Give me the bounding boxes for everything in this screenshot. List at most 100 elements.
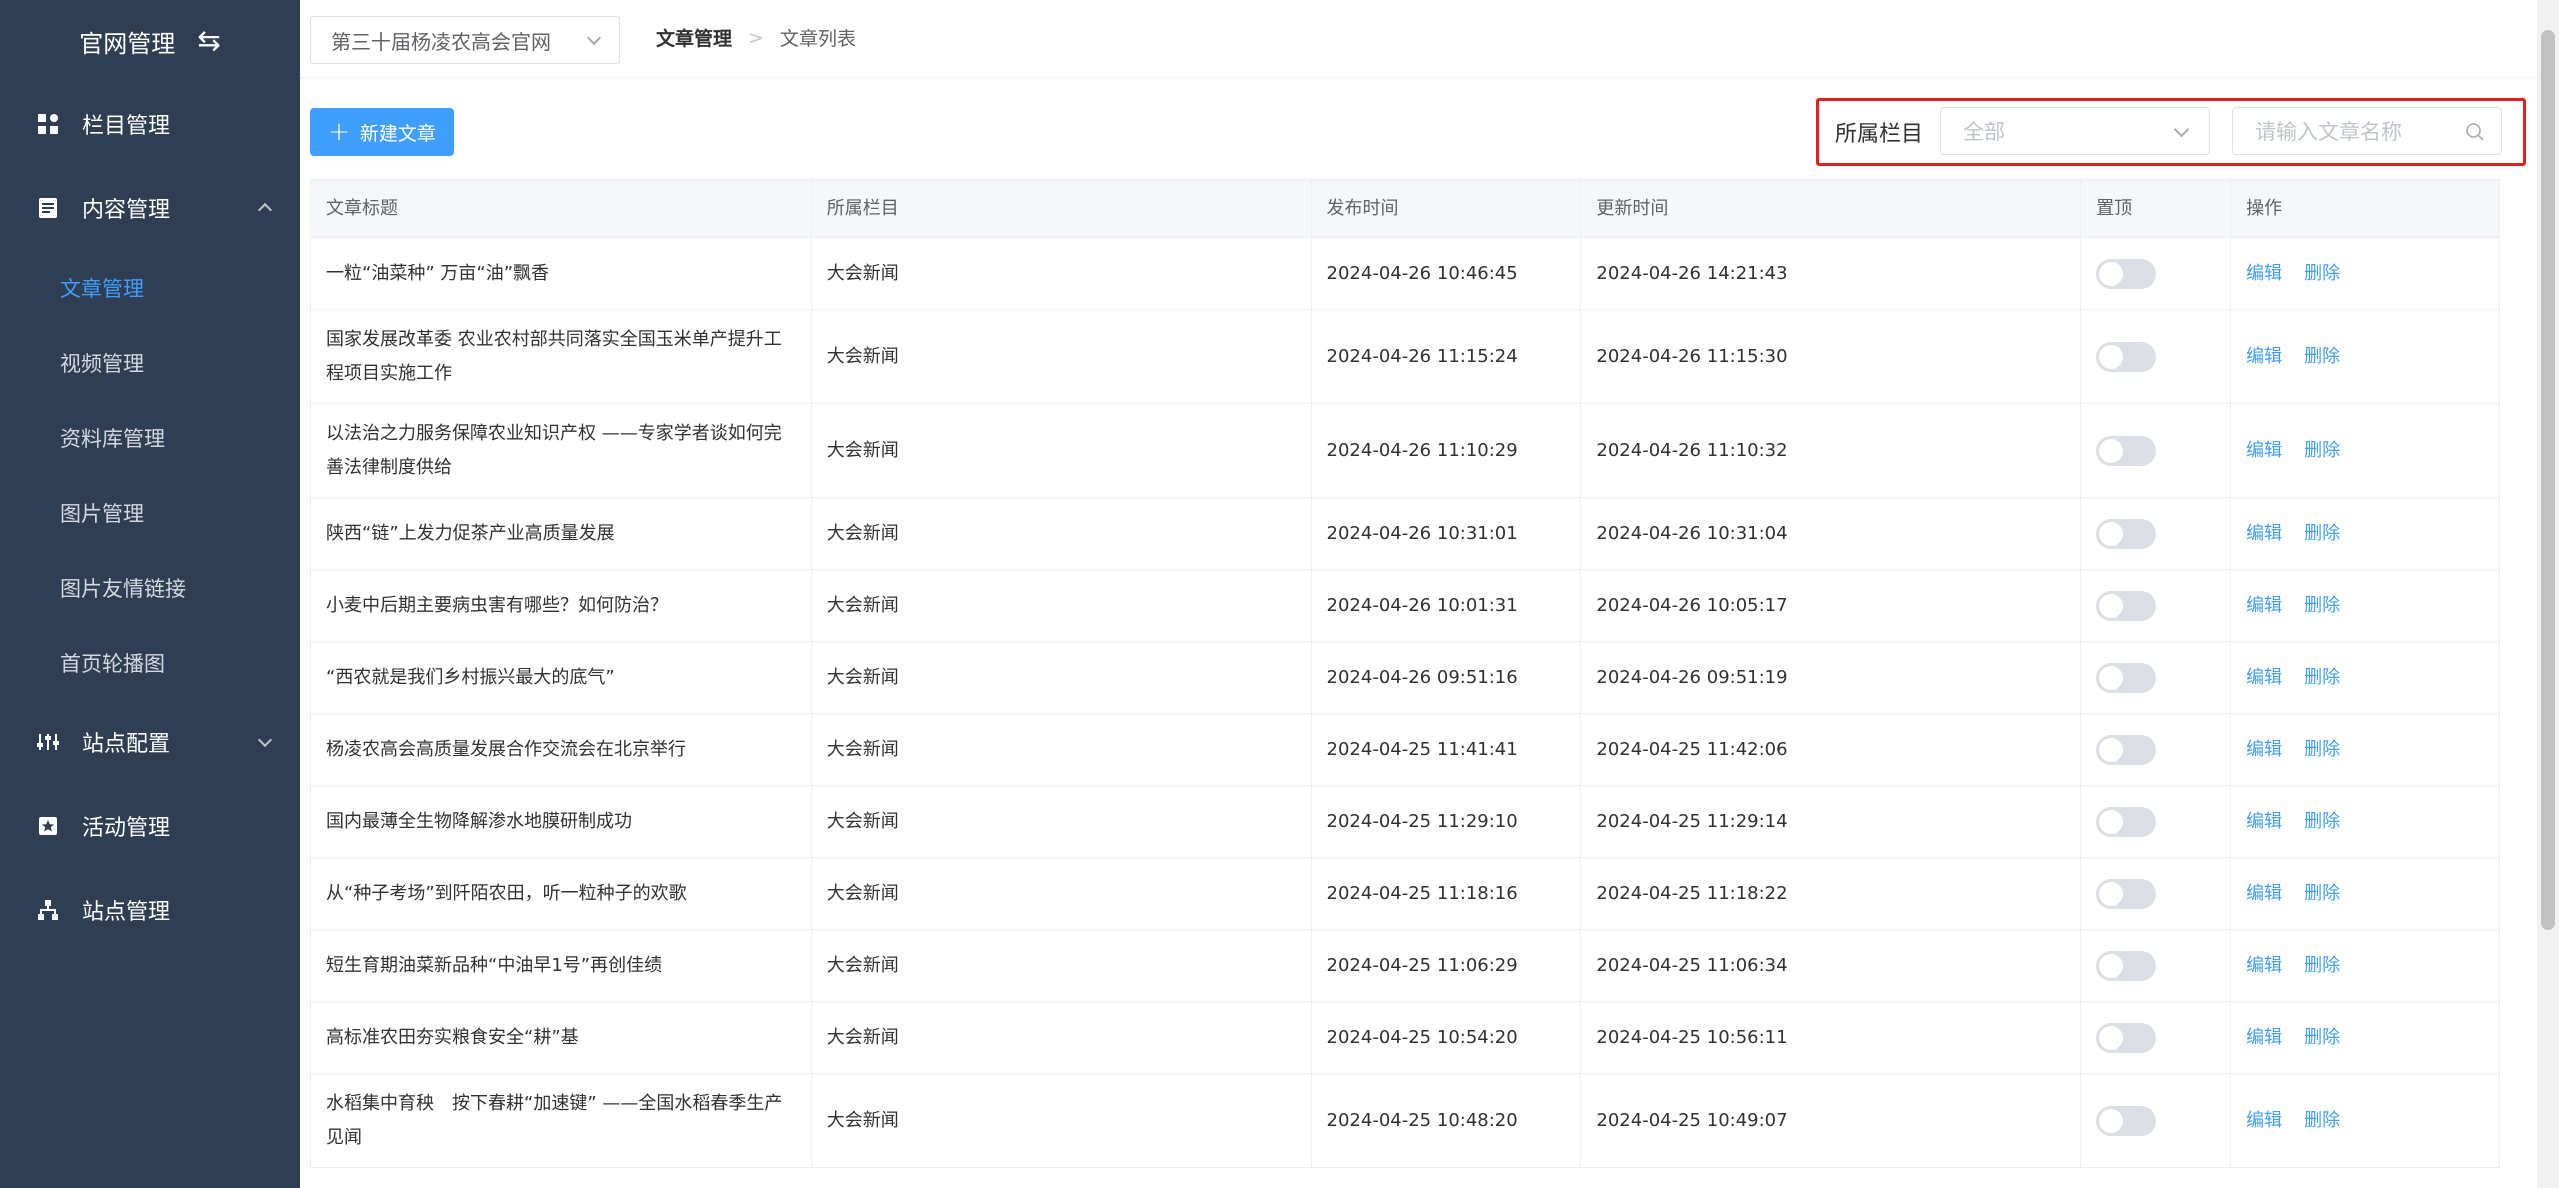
site-select[interactable]: 第三十届杨凌农高会官网 xyxy=(310,16,620,64)
menu-item-sites[interactable]: 站点管理 xyxy=(0,868,300,952)
cell-title: “西农就是我们乡村振兴最大的底气” xyxy=(311,642,812,713)
cell-updated: 2024-04-26 11:10:32 xyxy=(1581,404,2082,497)
edit-link[interactable]: 编辑 xyxy=(2246,589,2282,623)
pin-toggle[interactable] xyxy=(2096,1105,2157,1136)
category-filter-placeholder: 全部 xyxy=(1963,120,2005,144)
cell-pinned xyxy=(2081,404,2232,497)
breadcrumb-item-list: 文章列表 xyxy=(779,28,856,50)
scrollbar-thumb[interactable] xyxy=(2541,30,2555,930)
delete-link[interactable]: 删除 xyxy=(2304,340,2340,374)
table-row: 一粒“油菜种” 万亩“油”飘香 大会新闻 2024-04-26 10:46:45 20… xyxy=(311,238,2500,310)
cell-actions: 编辑 删除 xyxy=(2231,1002,2500,1073)
menu-item-columns[interactable]: 栏目管理 xyxy=(0,82,300,166)
edit-link[interactable]: 编辑 xyxy=(2246,517,2282,551)
cell-published: 2024-04-26 11:15:24 xyxy=(1312,310,1582,403)
pin-toggle[interactable] xyxy=(2096,1022,2157,1053)
edit-link[interactable]: 编辑 xyxy=(2246,257,2282,291)
cell-actions: 编辑 删除 xyxy=(2231,498,2500,569)
pin-toggle[interactable] xyxy=(2096,878,2157,909)
cell-actions: 编辑 删除 xyxy=(2231,858,2500,929)
pin-toggle[interactable] xyxy=(2096,590,2157,621)
table-row: 高标准农田夯实粮食安全“耕”基 大会新闻 2024-04-25 10:54:20 20… xyxy=(311,1002,2500,1074)
delete-link[interactable]: 删除 xyxy=(2304,589,2340,623)
pin-toggle[interactable] xyxy=(2096,258,2157,289)
breadcrumb-separator: > xyxy=(748,26,764,49)
cell-actions: 编辑 删除 xyxy=(2231,786,2500,857)
cell-actions: 编辑 删除 xyxy=(2231,642,2500,713)
pin-toggle[interactable] xyxy=(2096,806,2157,837)
edit-link[interactable]: 编辑 xyxy=(2246,434,2282,468)
submenu-item-carousel[interactable]: 首页轮播图 xyxy=(0,625,300,700)
cell-category: 大会新闻 xyxy=(812,786,1312,857)
brand-title: 官网管理 xyxy=(79,29,176,58)
submenu-item-image-links[interactable]: 图片友情链接 xyxy=(0,550,300,625)
cell-published: 2024-04-26 11:10:29 xyxy=(1312,404,1582,497)
delete-link[interactable]: 删除 xyxy=(2304,434,2340,468)
edit-link[interactable]: 编辑 xyxy=(2246,1104,2282,1138)
cell-title: 高标准农田夯实粮食安全“耕”基 xyxy=(311,1002,812,1073)
pin-toggle[interactable] xyxy=(2096,734,2157,765)
site-select-value: 第三十届杨凌农高会官网 xyxy=(331,29,551,54)
cell-actions: 编辑 删除 xyxy=(2231,404,2500,497)
pin-toggle[interactable] xyxy=(2096,950,2157,981)
edit-link[interactable]: 编辑 xyxy=(2246,733,2282,767)
cell-updated: 2024-04-26 11:15:30 xyxy=(1581,310,2082,403)
swap-icon[interactable]: ⇆ xyxy=(197,27,220,55)
menu-item-activities[interactable]: 活动管理 xyxy=(0,784,300,868)
menu-item-site-config[interactable]: 站点配置 xyxy=(0,700,300,784)
sidebar: 官网管理 ⇆ 栏目管理 内容管理 文章管理 视频管理 资料库管理 图片管理 图片… xyxy=(0,0,300,1188)
cell-actions: 编辑 删除 xyxy=(2231,714,2500,785)
delete-link[interactable]: 删除 xyxy=(2304,1104,2340,1138)
edit-link[interactable]: 编辑 xyxy=(2246,805,2282,839)
delete-link[interactable]: 删除 xyxy=(2304,1021,2340,1055)
submenu-item-articles[interactable]: 文章管理 xyxy=(0,250,300,325)
cell-pinned xyxy=(2081,786,2232,857)
cell-title: 一粒“油菜种” 万亩“油”飘香 xyxy=(311,238,812,309)
menu-item-content[interactable]: 内容管理 xyxy=(0,166,300,250)
category-filter-select[interactable]: 全部 xyxy=(1940,107,2210,155)
vertical-scrollbar[interactable] xyxy=(2537,0,2559,1188)
delete-link[interactable]: 删除 xyxy=(2304,949,2340,983)
cell-category: 大会新闻 xyxy=(812,310,1312,403)
cell-category: 大会新闻 xyxy=(812,498,1312,569)
edit-link[interactable]: 编辑 xyxy=(2246,949,2282,983)
cell-category: 大会新闻 xyxy=(812,1002,1312,1073)
delete-link[interactable]: 删除 xyxy=(2304,805,2340,839)
cell-title: 水稻集中育秧 按下春耕“加速键” ——全国水稻春季生产见闻 xyxy=(311,1074,812,1167)
delete-link[interactable]: 删除 xyxy=(2304,257,2340,291)
cell-published: 2024-04-26 10:46:45 xyxy=(1312,238,1582,309)
cell-published: 2024-04-25 11:29:10 xyxy=(1312,786,1582,857)
edit-link[interactable]: 编辑 xyxy=(2246,1021,2282,1055)
cell-title: 从“种子考场”到阡陌农田，听一粒种子的欢歌 xyxy=(311,858,812,929)
edit-link[interactable]: 编辑 xyxy=(2246,877,2282,911)
cell-category: 大会新闻 xyxy=(812,930,1312,1001)
delete-link[interactable]: 删除 xyxy=(2304,733,2340,767)
edit-link[interactable]: 编辑 xyxy=(2246,661,2282,695)
table-row: 小麦中后期主要病虫害有哪些？如何防治？ 大会新闻 2024-04-26 10:01:… xyxy=(311,570,2500,642)
search-icon[interactable] xyxy=(2465,122,2485,142)
delete-link[interactable]: 删除 xyxy=(2304,877,2340,911)
delete-link[interactable]: 删除 xyxy=(2304,517,2340,551)
pin-toggle[interactable] xyxy=(2096,662,2157,693)
cell-published: 2024-04-25 10:48:20 xyxy=(1312,1074,1582,1167)
pin-toggle[interactable] xyxy=(2096,435,2157,466)
pin-toggle[interactable] xyxy=(2096,518,2157,549)
submenu-item-images[interactable]: 图片管理 xyxy=(0,475,300,550)
cell-title: 以法治之力服务保障农业知识产权 ——专家学者谈如何完善法律制度供给 xyxy=(311,404,812,497)
article-search-input[interactable]: 请输入文章名称 xyxy=(2232,107,2502,155)
star-box-icon xyxy=(36,814,60,838)
pin-toggle[interactable] xyxy=(2096,341,2157,372)
submenu-item-videos[interactable]: 视频管理 xyxy=(0,325,300,400)
delete-link[interactable]: 删除 xyxy=(2304,661,2340,695)
table-row: 国家发展改革委 农业农村部共同落实全国玉米单产提升工程项目实施工作 大会新闻 202… xyxy=(311,310,2500,404)
edit-link[interactable]: 编辑 xyxy=(2246,340,2282,374)
cell-actions: 编辑 删除 xyxy=(2231,930,2500,1001)
menu-label: 站点管理 xyxy=(82,900,171,925)
table-header: 文章标题 所属栏目 发布时间 更新时间 置顶 操作 xyxy=(311,180,2500,238)
cell-published: 2024-04-26 10:01:31 xyxy=(1312,570,1582,641)
document-icon xyxy=(36,196,60,220)
new-article-label: 新建文章 xyxy=(359,122,436,145)
new-article-button[interactable]: + 新建文章 xyxy=(310,108,454,156)
submenu-item-library[interactable]: 资料库管理 xyxy=(0,400,300,475)
breadcrumb-item-articles[interactable]: 文章管理 xyxy=(656,24,732,51)
